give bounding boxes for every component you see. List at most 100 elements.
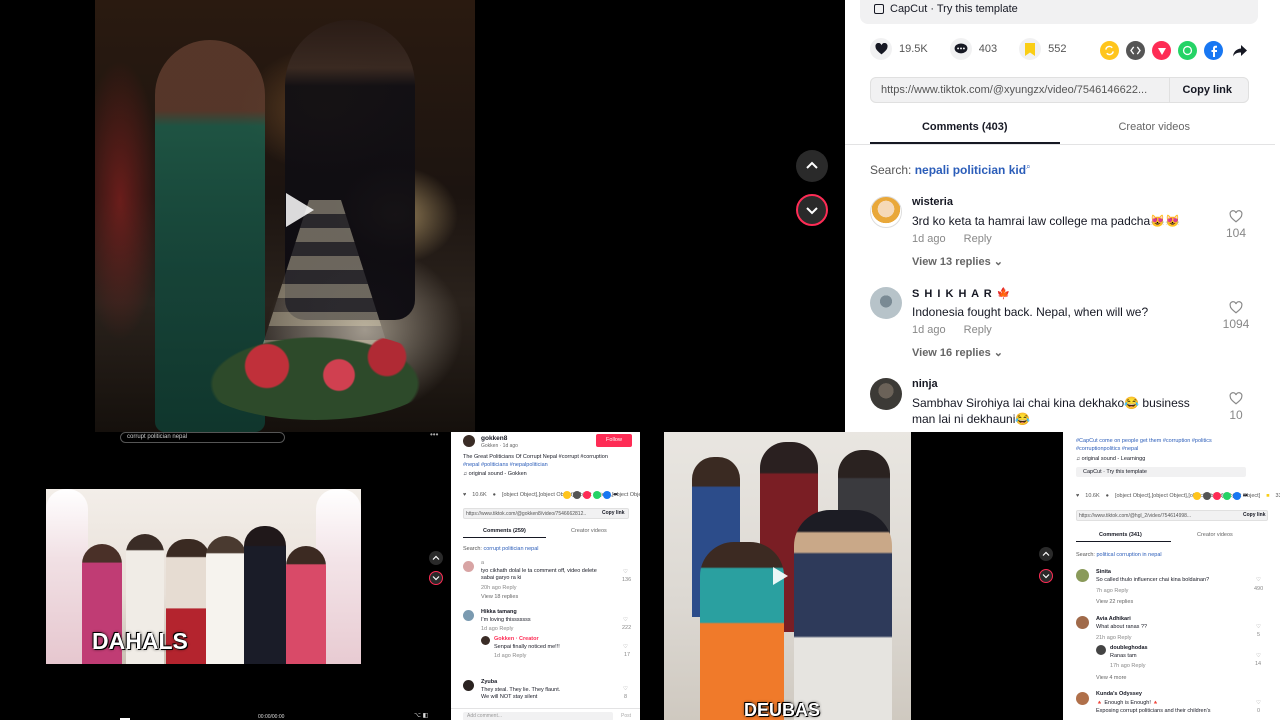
avatar[interactable] <box>463 561 474 572</box>
more-icon[interactable]: ••• <box>430 432 438 439</box>
comment-like[interactable]: 1094 <box>1216 301 1256 331</box>
heart-outline-icon[interactable]: ♡ <box>623 617 628 623</box>
post-button[interactable]: Post <box>621 713 631 719</box>
previous-video-button[interactable] <box>429 551 443 565</box>
heart-outline-icon[interactable]: ♡ <box>623 644 628 650</box>
next-video-button[interactable] <box>429 571 443 585</box>
send-to-friends-icon[interactable] <box>583 491 591 499</box>
facebook-icon[interactable] <box>1233 492 1241 500</box>
comment-author[interactable]: Sinita <box>1096 569 1111 575</box>
comment-like[interactable]: 10 <box>1216 392 1256 422</box>
reply-button[interactable]: Reply <box>964 233 992 245</box>
view-replies-button[interactable]: View 4 more <box>1096 675 1126 681</box>
view-replies-button[interactable]: View 13 replies ⌄ <box>912 255 1212 268</box>
video-hashtags[interactable]: #nepal #politicians #nepalpolitician <box>463 462 548 468</box>
video-link-input[interactable]: https://www.tiktok.com/@hgl_2/video/7546… <box>1079 513 1219 519</box>
avatar[interactable] <box>870 378 902 410</box>
tab-creator-videos[interactable]: Creator videos <box>1197 532 1233 538</box>
heart-outline-icon[interactable]: ♡ <box>623 569 628 575</box>
repost-icon[interactable] <box>1193 492 1201 500</box>
video-link-input[interactable]: https://www.tiktok.com/@gokken8/video/75… <box>466 511 586 517</box>
embed-icon[interactable] <box>1126 41 1145 60</box>
capcut-template-label[interactable]: CapCut · Try this template <box>1083 469 1147 475</box>
bookmark-icon[interactable]: ■ <box>1266 493 1269 499</box>
comment-author[interactable]: a <box>481 560 484 566</box>
comment-stat[interactable]: 403 <box>949 38 997 60</box>
send-to-friends-icon[interactable] <box>1152 41 1171 60</box>
tab-comments[interactable]: Comments (341) <box>1099 532 1142 538</box>
heart-outline-icon[interactable]: ♡ <box>1256 653 1261 659</box>
next-video-button[interactable] <box>1039 569 1053 583</box>
avatar[interactable] <box>870 287 902 319</box>
related-search[interactable]: Search: political corruption in nepal <box>1076 552 1162 558</box>
view-replies-button[interactable]: View 18 replies <box>481 594 518 600</box>
avatar[interactable] <box>1076 569 1089 582</box>
comment-author[interactable]: wisteria <box>912 196 1212 210</box>
comment-author[interactable]: Zyuba <box>481 679 497 685</box>
embed-icon[interactable] <box>573 491 581 499</box>
copy-link-button[interactable]: Copy link <box>1243 512 1266 518</box>
comment-icon[interactable] <box>949 38 972 60</box>
main-video-player[interactable] <box>0 0 845 432</box>
capcut-template-bar[interactable]: CapCut · Try this template <box>860 0 1258 24</box>
avatar[interactable] <box>463 610 474 621</box>
comment-author[interactable]: doubleghodas <box>1110 645 1148 651</box>
sound-link[interactable]: ♫ original sound - Learningg <box>1076 456 1145 462</box>
comment-author[interactable]: ninja <box>912 378 1212 392</box>
heart-icon[interactable]: ♥ <box>463 492 466 498</box>
whatsapp-icon[interactable] <box>1178 41 1197 60</box>
copy-link-button[interactable]: Copy link <box>602 510 625 516</box>
heart-icon[interactable] <box>870 38 892 60</box>
avatar[interactable] <box>481 636 490 645</box>
related-search[interactable]: Search: nepali politician kid⌕ <box>870 162 1031 177</box>
search-query-link[interactable]: political corruption in nepal <box>1096 552 1161 558</box>
tab-creator-videos[interactable]: Creator videos <box>571 528 607 534</box>
comment-author[interactable]: S H I K H A R 🍁 <box>912 287 1212 301</box>
avatar[interactable] <box>1076 692 1089 705</box>
view-replies-button[interactable]: View 16 replies ⌄ <box>912 346 1212 359</box>
repost-icon[interactable] <box>563 491 571 499</box>
search-input[interactable]: corrupt politician nepal <box>120 432 285 443</box>
heart-icon[interactable]: ♥ <box>1076 493 1079 499</box>
volume-icon[interactable]: ⌥ ◧ <box>414 712 428 719</box>
play-icon[interactable] <box>272 185 322 235</box>
tab-comments[interactable]: Comments (403) <box>870 117 1060 144</box>
search-query-link[interactable]: nepali politician kid <box>915 163 1026 177</box>
follow-button[interactable]: Follow <box>596 434 632 447</box>
previous-video-button[interactable] <box>1039 547 1053 561</box>
avatar[interactable] <box>1096 645 1106 655</box>
share-arrow-icon[interactable]: ➦ <box>613 491 618 499</box>
comment-icon[interactable]: ● <box>493 492 496 498</box>
heart-outline-icon[interactable]: ♡ <box>623 686 628 692</box>
heart-outline-icon[interactable]: ♡ <box>1256 624 1261 630</box>
tab-comments[interactable]: Comments (259) <box>483 528 526 534</box>
video-hashtags[interactable]: #corruptionpolitics #nepal <box>1076 446 1138 452</box>
comment-like[interactable]: 104 <box>1216 210 1256 240</box>
comment-author[interactable]: Gokken · Creator <box>494 636 539 642</box>
share-arrow-icon[interactable] <box>1230 41 1249 60</box>
heart-outline-icon[interactable]: ♡ <box>1256 577 1261 583</box>
related-search[interactable]: Search: corrupt politician nepal <box>463 546 539 552</box>
comment-icon[interactable]: ● <box>1106 493 1109 499</box>
video-link-input[interactable]: https://www.tiktok.com/@xyungzx/video/75… <box>871 84 1169 96</box>
add-comment-input[interactable]: Add comment... <box>463 712 613 720</box>
send-to-friends-icon[interactable] <box>1213 492 1221 500</box>
bookmark-icon[interactable] <box>1019 38 1042 60</box>
author-name[interactable]: gokken8 <box>481 435 507 442</box>
comment-author[interactable]: Kunda's Odyssey <box>1096 691 1142 697</box>
play-icon[interactable] <box>766 563 792 589</box>
whatsapp-icon[interactable] <box>1223 492 1231 500</box>
avatar[interactable] <box>1076 616 1089 629</box>
copy-link-button[interactable]: Copy link <box>1169 78 1248 102</box>
tab-creator-videos[interactable]: Creator videos <box>1060 117 1250 144</box>
save-stat[interactable]: 552 <box>1019 38 1066 60</box>
share-arrow-icon[interactable]: ➦ <box>1243 492 1248 500</box>
whatsapp-icon[interactable] <box>593 491 601 499</box>
like-stat[interactable]: 19.5K <box>870 38 928 60</box>
comment-author[interactable]: Avia Adhikari <box>1096 616 1131 622</box>
repost-icon[interactable] <box>1100 41 1119 60</box>
search-query-link[interactable]: corrupt politician nepal <box>483 546 538 552</box>
avatar[interactable] <box>463 435 475 447</box>
avatar[interactable] <box>463 680 474 691</box>
embed-icon[interactable] <box>1203 492 1211 500</box>
